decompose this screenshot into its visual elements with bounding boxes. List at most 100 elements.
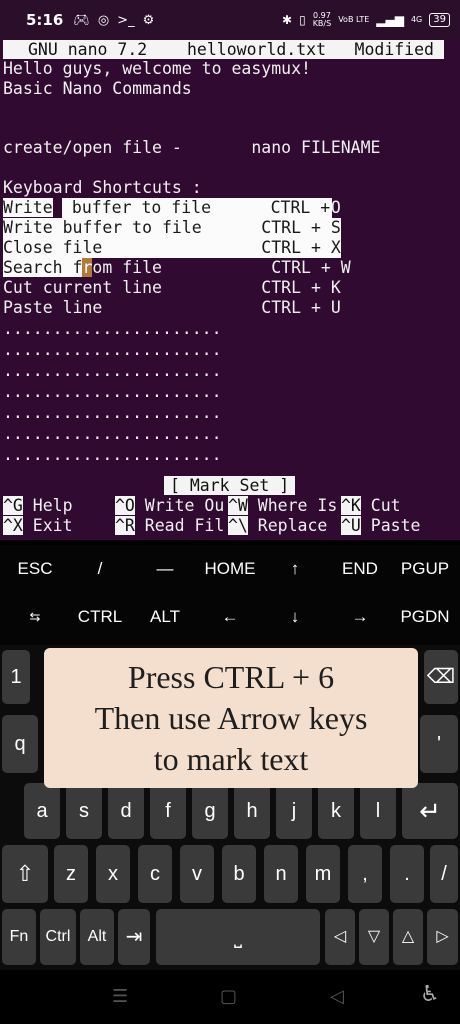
enter-icon: ↵: [419, 796, 441, 826]
key-j[interactable]: j: [276, 783, 312, 839]
help-item[interactable]: ^\ Replace: [228, 516, 337, 536]
key-b[interactable]: b: [222, 845, 256, 903]
volte-indicator: VoB LTE: [338, 15, 370, 24]
key-period[interactable]: .: [390, 845, 424, 903]
key-g[interactable]: g: [192, 783, 228, 839]
file-name: helloworld.txt: [186, 40, 327, 59]
esc-key[interactable]: ESC: [0, 554, 70, 584]
instagram-icon: ◎: [97, 12, 110, 28]
key-1[interactable]: 1: [2, 650, 30, 704]
notification-icon: ⚙: [142, 12, 155, 28]
navigation-bar: ☰ ▢ ◁ ♿︎: [0, 970, 460, 1024]
caption-line: Press CTRL + 6: [127, 659, 335, 695]
arrow-down-kb[interactable]: ▽: [359, 909, 389, 965]
ctrl-key[interactable]: CTRL: [65, 602, 135, 632]
key-c[interactable]: c: [138, 845, 172, 903]
arrow-up-kb[interactable]: △: [393, 909, 423, 965]
recents-icon[interactable]: ☰: [112, 986, 128, 1007]
alt-key[interactable]: ALT: [130, 602, 200, 632]
key-n[interactable]: n: [264, 845, 298, 903]
ctrl-key-kb[interactable]: Ctrl: [40, 909, 76, 965]
arrow-right-key[interactable]: →: [325, 602, 395, 632]
terminal-view[interactable]: GNU nano 7.2 helloworld.txt Modified Hell…: [0, 40, 460, 540]
text-line: Hello guys, welcome to easymux!: [3, 59, 311, 78]
nano-version: GNU nano 7.2: [28, 40, 148, 59]
alt-key-kb[interactable]: Alt: [80, 909, 114, 965]
slash-key[interactable]: /: [65, 554, 135, 584]
tab-key[interactable]: ⇆: [0, 602, 70, 632]
dots-line: ......................: [3, 424, 222, 443]
arrow-up-key[interactable]: ↑: [260, 554, 330, 584]
tutorial-caption: Press CTRL + 6 Then use Arrow keys to ma…: [44, 648, 418, 788]
key-a[interactable]: a: [24, 783, 60, 839]
signal-icon: ▂▄▆: [376, 13, 404, 27]
home-key[interactable]: HOME: [195, 554, 265, 584]
arrow-down-key[interactable]: ↓: [260, 602, 330, 632]
key-x[interactable]: x: [96, 845, 130, 903]
help-item[interactable]: ^K Cut: [341, 496, 401, 516]
bluetooth-icon: ✱: [282, 13, 293, 27]
home-icon[interactable]: ▢: [220, 986, 237, 1007]
key-slash[interactable]: /: [430, 845, 458, 903]
status-message: [ Mark Set ]: [164, 476, 296, 495]
backspace-icon: ⌫: [426, 666, 456, 688]
net-speed: 0.97 KB/S: [312, 11, 332, 28]
text-line: Paste line CTRL + U: [3, 298, 341, 317]
key-d[interactable]: d: [108, 783, 144, 839]
pgdn-key[interactable]: PGDN: [390, 602, 460, 632]
key-h[interactable]: h: [234, 783, 270, 839]
end-key[interactable]: END: [325, 554, 395, 584]
help-item[interactable]: ^O Write Ou: [115, 496, 224, 516]
network-type: 4G: [410, 15, 423, 24]
tab-key-kb[interactable]: ⇥: [118, 909, 150, 965]
vibrate-icon: ▯: [299, 13, 306, 27]
clock: 5:16: [26, 11, 64, 29]
key-k[interactable]: k: [318, 783, 354, 839]
key-l[interactable]: l: [360, 783, 396, 839]
key-s[interactable]: s: [66, 783, 102, 839]
arrow-left-kb[interactable]: ◁: [325, 909, 355, 965]
selection-highlight: buffer to file CTRL + O: [62, 198, 332, 218]
spacebar[interactable]: ⎵: [156, 909, 320, 965]
selected-line: Write buffer to file CTRL + S: [3, 218, 341, 238]
help-item[interactable]: ^G Help: [3, 496, 122, 516]
dots-line: ......................: [3, 382, 222, 401]
pgup-key[interactable]: PGUP: [390, 554, 460, 584]
selected-line: Close file CTRL + X: [3, 238, 341, 258]
notification-icons: 🎮︎ ◎ >_ ⚙: [73, 13, 154, 28]
key-apostrophe[interactable]: ': [420, 715, 458, 773]
text-cursor: r: [82, 258, 93, 277]
key-q[interactable]: q: [2, 715, 38, 773]
fn-key[interactable]: Fn: [2, 909, 36, 965]
backspace-key[interactable]: ⌫: [424, 650, 458, 704]
tab-icon: ⇥: [125, 926, 143, 948]
selected-line: Search from file CTRL + W: [3, 258, 351, 277]
help-item[interactable]: ^W Where Is: [228, 496, 337, 516]
help-item[interactable]: ^U Paste: [341, 516, 420, 536]
dots-line: ......................: [3, 445, 222, 464]
accessibility-icon[interactable]: ♿︎: [420, 982, 440, 1007]
status-bar: 5:16 🎮︎ ◎ >_ ⚙ ✱ ▯ 0.97 KB/S VoB LTE ▂▄▆ …: [0, 0, 460, 40]
dash-key[interactable]: —: [130, 554, 200, 584]
system-icons: ✱ ▯ 0.97 KB/S VoB LTE ▂▄▆ 4G 39: [282, 12, 450, 28]
help-item[interactable]: ^X Exit: [3, 516, 122, 536]
gamepad-icon: 🎮︎: [73, 12, 90, 28]
shift-icon: ⇧: [15, 861, 35, 886]
help-item[interactable]: ^R Read Fil: [115, 516, 224, 536]
terminal-icon: >_: [117, 12, 135, 28]
key-comma[interactable]: ,: [348, 845, 382, 903]
enter-key[interactable]: ↵: [402, 783, 458, 839]
caption-line: to mark text: [153, 741, 309, 777]
nano-title-bar: GNU nano 7.2 helloworld.txt Modified: [3, 40, 444, 59]
arrow-left-key[interactable]: ←: [195, 602, 265, 632]
key-m[interactable]: m: [306, 845, 340, 903]
dots-line: ......................: [3, 403, 222, 422]
key-z[interactable]: z: [54, 845, 88, 903]
arrow-right-kb[interactable]: ▷: [427, 909, 458, 965]
key-f[interactable]: f: [150, 783, 186, 839]
key-v[interactable]: v: [180, 845, 214, 903]
dots-line: ......................: [3, 319, 222, 338]
back-icon[interactable]: ◁: [330, 986, 344, 1007]
dots-line: ......................: [3, 361, 222, 380]
shift-key[interactable]: ⇧: [2, 845, 48, 903]
